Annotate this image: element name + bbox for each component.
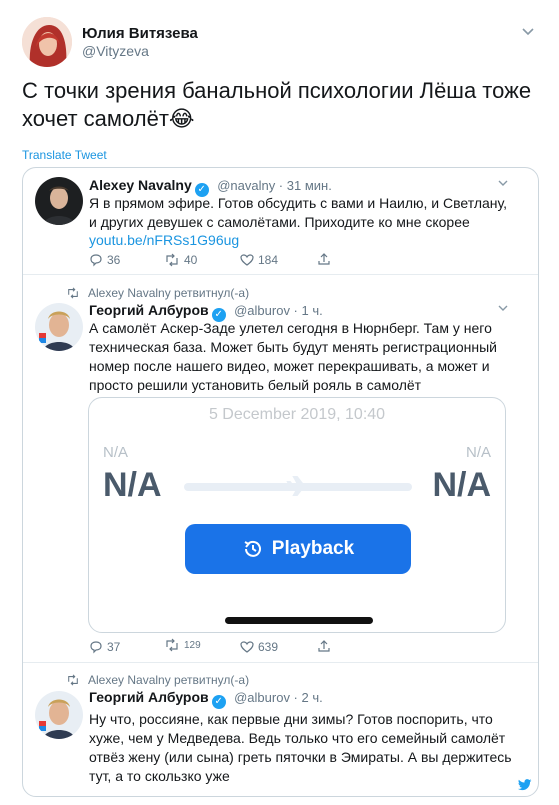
tweet-author-name[interactable]: Георгий Албуров [89,302,209,318]
retweeted-by-text: Alexey Navalny ретвитнул(-а) [88,673,250,687]
twitter-embed-icon[interactable] [518,778,532,796]
translate-tweet-link[interactable]: Translate Tweet [22,148,107,162]
share-button[interactable] [317,252,331,266]
tweet-text: С точки зрения банальной психологии Лёша… [22,78,532,131]
alburov-avatar[interactable] [35,303,83,351]
reply-button[interactable]: 36 [89,253,120,267]
retweet-icon [166,638,178,652]
alburov-avatar[interactable] [35,691,83,739]
like-button[interactable]: 639 [240,640,278,654]
share-icon [318,253,330,265]
chevron-down-icon[interactable] [497,178,509,190]
retweet-count: 40 [184,253,198,267]
navalny-avatar[interactable] [35,177,83,225]
retweeted-by-text: Alexey Navalny ретвитнул(-а) [88,286,250,300]
history-icon [244,540,261,557]
tweet-author-name[interactable]: Георгий Албуров [89,689,209,705]
retweet-icon [166,253,178,267]
retweeted-by-label[interactable]: Alexey Navalny ретвитнул(-а) [66,286,249,300]
like-count: 639 [258,640,279,654]
tweet-handle-time[interactable]: @alburov · 1 ч. [234,303,323,318]
retweeted-by-label[interactable]: Alexey Navalny ретвитнул(-а) [66,673,249,687]
playback-button[interactable]: Playback [185,524,411,574]
chevron-down-icon[interactable] [497,303,509,315]
flight-date: 5 December 2019, 10:40 [208,406,386,423]
media-scrollbar[interactable] [225,617,373,624]
retweet-icon [68,674,78,686]
author-handle[interactable]: @Vityzeva [82,43,149,59]
like-button[interactable]: 184 [240,253,278,267]
retweet-button[interactable]: 40 [164,253,197,267]
divider [23,274,538,275]
tweet-text: А самолёт Аскер-Заде улетел сегодня в Ню… [89,320,497,393]
destination-code: N/A [432,466,491,504]
flight-tracker-media[interactable]: 5 December 2019, 10:40 N/A N/A N/A N/A P… [88,397,506,633]
heart-icon [240,641,254,653]
origin-code: N/A [103,466,162,504]
divider [23,662,538,663]
author-name[interactable]: Юлия Витязева [82,25,198,42]
reply-button[interactable]: 37 [89,640,120,654]
tweet-handle-time[interactable]: @alburov · 2 ч. [234,690,323,705]
share-button[interactable] [317,639,331,653]
like-count: 184 [258,253,279,267]
share-icon [318,640,330,652]
tweet-text: Я в прямом эфире. Готов обсудить с вами … [89,195,508,230]
reply-icon [90,254,102,267]
tweet-handle-time[interactable]: @navalny · 31 мин. [217,178,332,193]
retweet-button[interactable]: 129 [164,638,201,652]
reply-count: 37 [107,640,121,654]
chevron-down-icon[interactable] [521,25,535,40]
reply-icon [90,641,102,654]
quoted-tweet-header: Георгий Албуров ✓ @alburov · 2 ч. [89,689,323,709]
retweet-count: 129 [184,639,201,651]
origin-label-small: N/A [103,444,129,461]
plane-icon [285,474,311,503]
tweet-link[interactable]: youtu.be/nFRSs1G96ug [89,231,239,250]
tweet-text: Ну что, россияне, как первые дни зимы? Г… [89,711,512,784]
destination-label-small: N/A [465,444,491,461]
retweet-icon [68,287,78,299]
playback-label: Playback [271,538,355,559]
author-avatar[interactable] [22,17,72,67]
tweet-author-name[interactable]: Alexey Navalny [89,177,192,193]
reply-count: 36 [107,253,121,267]
verified-badge-icon: ✓ [211,695,226,709]
heart-icon [240,254,254,266]
